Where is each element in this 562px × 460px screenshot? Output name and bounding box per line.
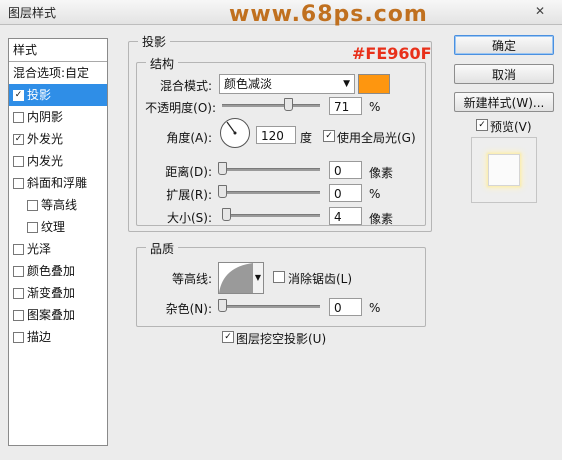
size-slider-track[interactable] (222, 214, 320, 217)
style-item-checkbox[interactable] (13, 178, 24, 189)
noise-slider-track[interactable] (222, 305, 320, 308)
drop-shadow-title: 投影 (138, 33, 171, 50)
distance-slider-track[interactable] (222, 168, 320, 171)
spread-slider-track[interactable] (222, 191, 320, 194)
spread-label: 扩展(R): (166, 188, 212, 202)
style-item-label: 内阴影 (27, 110, 64, 124)
style-list-header[interactable]: 样式 (9, 39, 107, 62)
style-item-checkbox[interactable] (13, 332, 24, 343)
knockout-checkbox[interactable]: ✓ (222, 331, 234, 343)
spread-unit: % (369, 187, 381, 201)
new-style-button[interactable]: 新建样式(W)... (454, 92, 554, 112)
style-item-checkbox[interactable] (13, 288, 24, 299)
preview-glow-square (488, 154, 520, 186)
anti-alias-label: 消除锯齿(L) (288, 272, 353, 286)
style-item[interactable]: 图案叠加 (9, 304, 107, 326)
use-global-light-label: 使用全局光(G) (337, 131, 416, 145)
ok-button[interactable]: 确定 (454, 35, 554, 55)
blend-mode-value: 颜色减淡 (224, 77, 273, 91)
opacity-slider-track[interactable] (222, 104, 320, 107)
angle-unit: 度 (300, 131, 313, 145)
style-item-label: 颜色叠加 (27, 264, 76, 278)
style-item-checkbox[interactable] (27, 222, 38, 233)
style-item[interactable]: 斜面和浮雕 (9, 172, 107, 194)
contour-picker[interactable] (218, 262, 254, 294)
distance-unit: 像素 (369, 166, 394, 180)
style-item-checkbox[interactable]: ✓ (13, 90, 24, 101)
close-icon[interactable]: ✕ (532, 3, 548, 19)
style-item[interactable]: 混合选项:自定 (9, 62, 107, 84)
style-item-checkbox[interactable] (13, 266, 24, 277)
knockout-label: 图层挖空投影(U) (236, 332, 327, 346)
structure-title: 结构 (146, 55, 179, 72)
style-item-label: 外发光 (27, 132, 64, 146)
blend-mode-label: 混合模式: (159, 79, 212, 93)
use-global-light-checkbox[interactable]: ✓ (323, 130, 335, 142)
style-item-label: 斜面和浮雕 (27, 176, 88, 190)
distance-input[interactable]: 0 (329, 161, 362, 179)
style-item-label: 光泽 (27, 242, 52, 256)
spread-slider-thumb[interactable] (218, 185, 227, 198)
style-item[interactable]: 等高线 (9, 194, 107, 216)
style-item-checkbox[interactable] (13, 156, 24, 167)
style-item[interactable]: ✓ 外发光 (9, 128, 107, 150)
style-item-label: 渐变叠加 (27, 286, 76, 300)
style-item[interactable]: 内发光 (9, 150, 107, 172)
noise-slider-thumb[interactable] (218, 299, 227, 312)
style-item[interactable]: ✓ 投影 (9, 84, 107, 106)
angle-needle-icon (226, 121, 237, 135)
angle-input[interactable]: 120 (256, 126, 296, 144)
noise-unit: % (369, 301, 381, 315)
opacity-label: 不透明度(O): (145, 101, 216, 115)
size-slider-thumb[interactable] (222, 208, 231, 221)
style-item-label: 投影 (27, 88, 52, 102)
noise-input[interactable]: 0 (329, 298, 362, 316)
color-hex-annotation: #FE960F (352, 44, 432, 63)
angle-dial[interactable] (220, 118, 250, 148)
preview-checkbox[interactable]: ✓ (476, 119, 488, 131)
style-item-checkbox[interactable] (13, 244, 24, 255)
style-preview-thumbnail (471, 137, 537, 203)
style-item-label: 描边 (27, 330, 52, 344)
style-item[interactable]: 颜色叠加 (9, 260, 107, 282)
preview-label: 预览(V) (490, 120, 532, 134)
spread-input[interactable]: 0 (329, 184, 362, 202)
size-input[interactable]: 4 (329, 207, 362, 225)
opacity-unit: % (369, 100, 381, 114)
style-item[interactable]: 光泽 (9, 238, 107, 260)
style-item[interactable]: 内阴影 (9, 106, 107, 128)
contour-label: 等高线: (171, 272, 212, 286)
chevron-down-icon: ▼ (343, 79, 350, 89)
distance-label: 距离(D): (165, 165, 212, 179)
quality-title: 品质 (146, 240, 179, 257)
opacity-slider-thumb[interactable] (284, 98, 294, 111)
style-list-panel: 样式 混合选项:自定 ✓ 投影 内阴影 ✓ 外发光 内发光 斜面和浮雕 等高线 纹理 光泽 颜色叠加渐… (8, 38, 108, 446)
style-item-label: 内发光 (27, 154, 64, 168)
style-item[interactable]: 纹理 (9, 216, 107, 238)
watermark-text: www.68ps.com (229, 2, 428, 27)
distance-slider-thumb[interactable] (218, 162, 227, 175)
noise-label: 杂色(N): (165, 302, 212, 316)
style-item-label: 混合选项:自定 (13, 66, 90, 80)
anti-alias-checkbox[interactable] (273, 271, 285, 283)
shadow-color-swatch[interactable] (358, 74, 390, 94)
angle-label: 角度(A): (166, 131, 212, 145)
window-title: 图层样式 (8, 6, 57, 20)
blend-mode-select[interactable]: 颜色减淡 ▼ (219, 74, 355, 94)
style-item-checkbox[interactable] (13, 310, 24, 321)
style-item-label: 纹理 (41, 220, 66, 234)
style-item-label: 图案叠加 (27, 308, 76, 322)
style-item-checkbox[interactable] (13, 112, 24, 123)
style-item-label: 等高线 (41, 198, 78, 212)
style-item-checkbox[interactable]: ✓ (13, 134, 24, 145)
style-item[interactable]: 描边 (9, 326, 107, 348)
contour-dropdown-arrow[interactable]: ▼ (253, 262, 264, 294)
contour-curve-icon (219, 263, 253, 293)
size-label: 大小(S): (166, 211, 212, 225)
style-item[interactable]: 渐变叠加 (9, 282, 107, 304)
cancel-button[interactable]: 取消 (454, 64, 554, 84)
size-unit: 像素 (369, 212, 394, 226)
style-item-checkbox[interactable] (27, 200, 38, 211)
opacity-input[interactable]: 71 (329, 97, 362, 115)
